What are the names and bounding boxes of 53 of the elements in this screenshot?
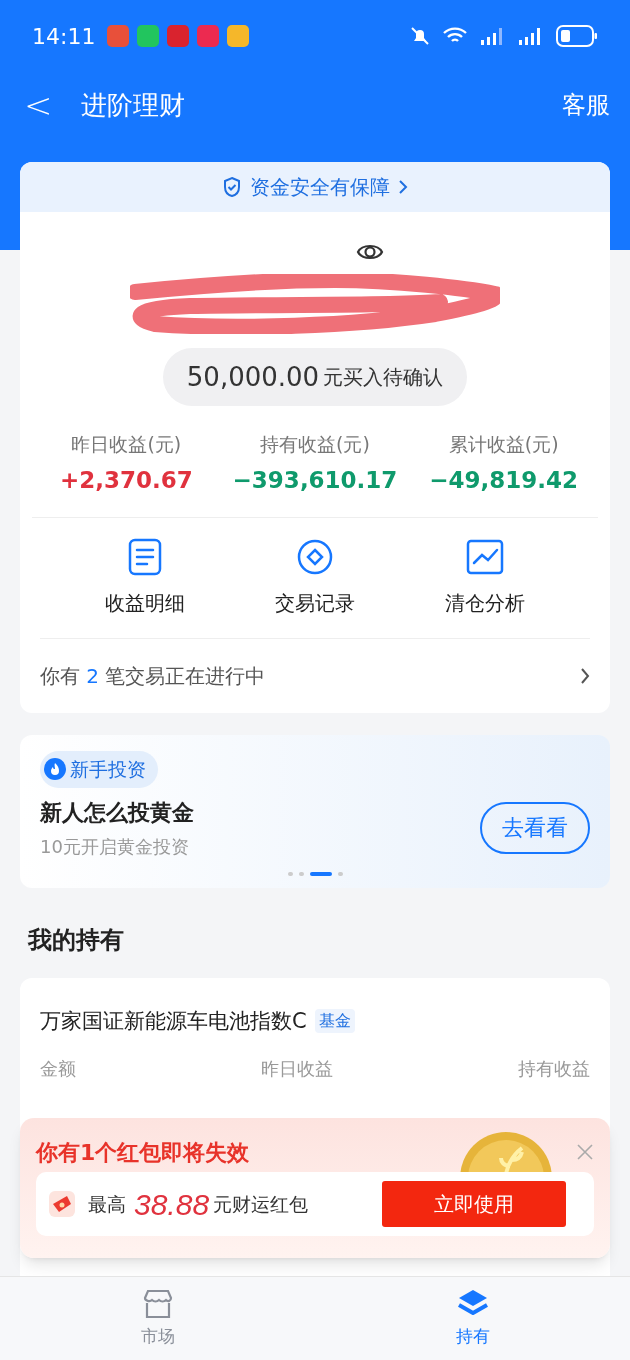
stat-value: −49,819.42 xyxy=(429,465,579,495)
back-button[interactable]: < xyxy=(20,88,57,122)
safety-text: 资金安全有保障 xyxy=(250,174,390,201)
bottom-tab[interactable]: 持有 xyxy=(315,1277,630,1360)
offer-suffix: 元财运红包 xyxy=(213,1191,309,1217)
promo-tag: 新手投资 xyxy=(40,751,158,788)
use-now-button[interactable]: 立即使用 xyxy=(382,1181,566,1227)
shortcut-button[interactable]: 交易记录 xyxy=(230,538,400,618)
chevron-right-icon xyxy=(398,179,408,195)
view-button[interactable]: 去看看 xyxy=(480,801,590,854)
offer-amount: 38.88 xyxy=(134,1186,210,1223)
pending-purchase-pill[interactable]: 50,000.00 元买入待确认 xyxy=(162,348,468,406)
shield-icon xyxy=(222,176,242,198)
stat-value: −393,610.17 xyxy=(232,465,398,495)
promo-card[interactable]: 新手投资 新人怎么投黄金 10元开启黄金投资 去看看 xyxy=(20,735,610,888)
document-icon xyxy=(127,538,163,576)
column-label: 昨日收益 xyxy=(261,1057,333,1081)
app-notification-icon xyxy=(137,25,160,47)
fund-tag: 基金 xyxy=(314,1009,355,1034)
promo-subtitle: 10元开启黄金投资 xyxy=(40,834,190,859)
popup-title: 你有1个红包即将失效 xyxy=(36,1138,250,1167)
shortcut-button[interactable]: 收益明细 xyxy=(60,538,230,618)
fund-name[interactable]: 万家国证新能源车电池指数C xyxy=(40,1005,307,1037)
app-notification-icon xyxy=(197,25,220,47)
safety-banner[interactable]: 资金安全有保障 xyxy=(20,162,610,212)
offer-prefix: 最高 xyxy=(88,1191,126,1217)
status-time: 14:11 xyxy=(32,22,96,51)
pending-trades-row[interactable]: 你有 2 笔交易正在进行中 xyxy=(20,639,610,713)
page-title: 进阶理财 xyxy=(80,88,185,122)
muted-bell-icon xyxy=(410,26,430,46)
section-title: 我的持有 xyxy=(28,924,125,956)
pending-label: 元买入待确认 xyxy=(323,364,444,391)
shortcut-button[interactable]: 清仓分析 xyxy=(400,538,570,618)
app-notification-icon xyxy=(107,25,130,47)
diamond-circle-icon xyxy=(296,538,334,576)
line-chart-icon xyxy=(465,538,505,576)
eye-icon[interactable] xyxy=(356,242,384,262)
column-label: 持有收益 xyxy=(518,1057,590,1081)
app-notification-icon xyxy=(167,25,190,47)
chevron-right-icon xyxy=(580,667,590,685)
stat-label: 累计收益(元) xyxy=(448,432,559,457)
stat-value: +2,370.67 xyxy=(59,465,193,495)
app-notification-icon xyxy=(227,25,250,47)
pending-amount: 50,000.00 xyxy=(186,360,320,394)
column-label: 金额 xyxy=(40,1057,76,1081)
promo-title: 新人怎么投黄金 xyxy=(40,798,194,827)
flame-icon xyxy=(44,758,66,781)
envelope-icon xyxy=(48,1190,76,1218)
stat-label: 昨日收益(元) xyxy=(71,432,182,457)
battery-icon xyxy=(556,25,598,47)
pending-trades-text: 你有 2 笔交易正在进行中 xyxy=(40,663,266,690)
customer-service-link[interactable]: 客服 xyxy=(562,87,610,123)
stat-label: 持有收益(元) xyxy=(260,432,370,457)
